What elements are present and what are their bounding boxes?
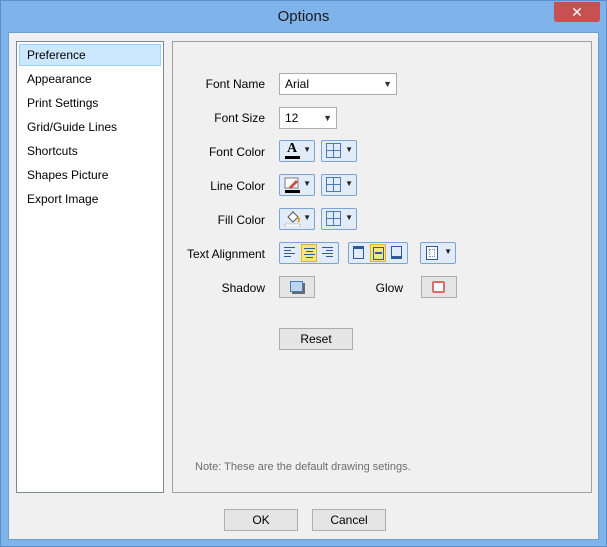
chevron-down-icon: ▼ xyxy=(303,145,311,154)
align-center-icon xyxy=(304,248,315,260)
window-title: Options xyxy=(277,8,330,25)
align-bottom-button[interactable] xyxy=(389,244,405,262)
text-margin-button[interactable]: ▼ xyxy=(420,242,456,264)
font-name-value: Arial xyxy=(285,77,310,91)
grid-icon xyxy=(326,177,341,192)
title-bar[interactable]: Options ✕ xyxy=(1,1,606,32)
align-left-button[interactable] xyxy=(282,244,298,262)
sidebar-item-shapes-picture[interactable]: Shapes Picture xyxy=(19,164,161,186)
glow-button[interactable] xyxy=(421,276,457,298)
chevron-down-icon: ▼ xyxy=(323,113,332,123)
vertical-alignment-group xyxy=(348,242,408,264)
shadow-label: Shadow xyxy=(221,281,265,295)
chevron-down-icon: ▼ xyxy=(444,247,452,256)
align-right-icon xyxy=(322,247,333,259)
chevron-down-icon: ▼ xyxy=(345,179,353,188)
pen-icon xyxy=(284,177,302,193)
sidebar-item-grid-guide-lines[interactable]: Grid/Guide Lines xyxy=(19,116,161,138)
glow-label: Glow xyxy=(375,281,403,295)
fill-color-label: Fill Color xyxy=(217,213,265,227)
line-color-grid-button[interactable]: ▼ xyxy=(321,174,357,196)
paint-bucket-icon xyxy=(284,211,302,228)
line-color-button[interactable]: ▼ xyxy=(279,174,315,196)
font-color-grid-button[interactable]: ▼ xyxy=(321,140,357,162)
font-name-select[interactable]: Arial ▼ xyxy=(279,73,397,95)
grid-icon xyxy=(326,143,341,158)
fill-color-grid-button[interactable]: ▼ xyxy=(321,208,357,230)
font-color-icon: A xyxy=(284,141,302,159)
font-size-select[interactable]: 12 ▼ xyxy=(279,107,337,129)
font-color-label: Font Color xyxy=(208,145,265,159)
sidebar-item-print-settings[interactable]: Print Settings xyxy=(19,92,161,114)
cancel-button[interactable]: Cancel xyxy=(312,509,386,531)
align-middle-icon xyxy=(373,247,384,260)
fill-color-button[interactable]: ▼ xyxy=(279,208,315,230)
font-size-label: Font Size xyxy=(214,111,265,125)
align-left-icon xyxy=(284,247,295,259)
chevron-down-icon: ▼ xyxy=(383,79,392,89)
dialog-client: Preference Appearance Print Settings Gri… xyxy=(8,32,599,540)
font-color-glyph: A xyxy=(287,141,298,156)
text-alignment-label: Text Alignment xyxy=(186,247,265,261)
sidebar-item-appearance[interactable]: Appearance xyxy=(19,68,161,90)
close-button[interactable]: ✕ xyxy=(554,2,600,22)
chevron-down-icon: ▼ xyxy=(303,179,311,188)
align-top-button[interactable] xyxy=(351,244,367,262)
text-box-icon xyxy=(426,246,438,260)
align-bottom-icon xyxy=(391,246,402,259)
align-center-button[interactable] xyxy=(301,244,317,262)
line-color-label: Line Color xyxy=(210,179,265,193)
font-color-button[interactable]: A ▼ xyxy=(279,140,315,162)
chevron-down-icon: ▼ xyxy=(345,213,353,222)
grid-icon xyxy=(326,211,341,226)
category-list: Preference Appearance Print Settings Gri… xyxy=(16,41,164,493)
default-settings-note: Note: These are the default drawing seti… xyxy=(195,461,411,473)
sidebar-item-export-image[interactable]: Export Image xyxy=(19,188,161,210)
sidebar-item-shortcuts[interactable]: Shortcuts xyxy=(19,140,161,162)
align-top-icon xyxy=(353,246,364,259)
reset-button[interactable]: Reset xyxy=(279,328,353,350)
sidebar-item-preference[interactable]: Preference xyxy=(19,44,161,66)
chevron-down-icon: ▼ xyxy=(303,213,311,222)
ok-button[interactable]: OK xyxy=(224,509,298,531)
preference-panel: Font Name Arial ▼ Font Size 12 ▼ Font Co… xyxy=(172,41,592,493)
options-window: Options ✕ Preference Appearance Print Se… xyxy=(0,0,607,547)
glow-icon xyxy=(432,281,445,293)
font-name-label: Font Name xyxy=(205,77,265,91)
align-middle-button[interactable] xyxy=(370,244,386,262)
align-right-button[interactable] xyxy=(320,244,336,262)
chevron-down-icon: ▼ xyxy=(345,145,353,154)
horizontal-alignment-group xyxy=(279,242,339,264)
font-size-value: 12 xyxy=(285,111,299,125)
